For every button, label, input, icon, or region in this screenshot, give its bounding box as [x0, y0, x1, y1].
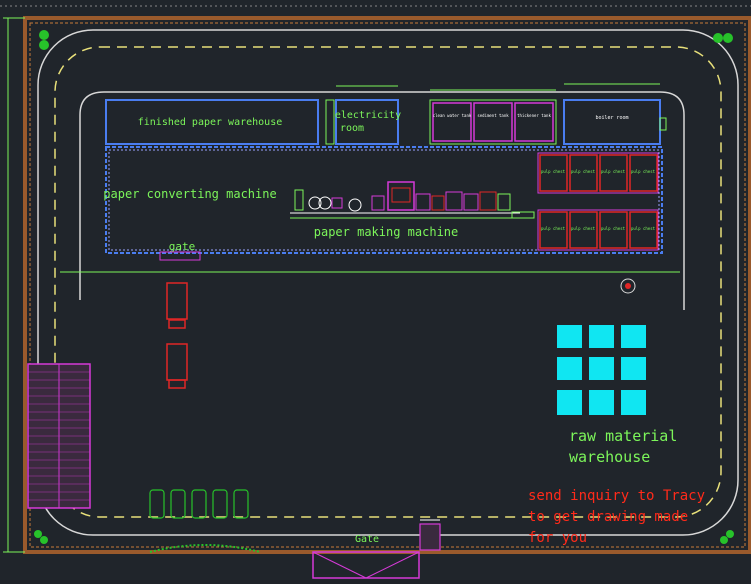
pulp-chest-label: pulp chest — [601, 226, 626, 231]
tank-1-label: clean water tank — [433, 113, 472, 118]
inquiry-text-3: for you — [528, 530, 587, 546]
gate-bottom-label: Gate — [355, 534, 379, 545]
outer-wall — [23, 16, 751, 554]
pulp-chest-label: pulp chest — [541, 226, 566, 231]
tank-2-label: sediment tank — [477, 113, 509, 118]
pulp-chest-label: pulp chest — [631, 226, 656, 231]
tank-3-label: thickener tank — [517, 113, 551, 118]
tree-icon — [34, 530, 48, 544]
pulp-chest-label: pulp chest — [631, 169, 656, 174]
electricity-room-label: electricity — [335, 110, 401, 121]
layout-canvas: finished paper warehouse electricity roo… — [0, 5, 751, 579]
finished-warehouse-label: finished paper warehouse — [138, 117, 283, 128]
factory-layout-drawing: finished paper warehouse electricity roo… — [0, 0, 751, 580]
outer-wall-inner — [29, 22, 746, 548]
truck-icon — [166, 343, 188, 389]
pulp-chest-label: pulp chest — [571, 226, 596, 231]
pulp-chest-label: pulp chest — [541, 169, 566, 174]
electricity-room — [335, 99, 399, 145]
tank-sediment — [473, 102, 513, 142]
small-annex — [325, 99, 335, 145]
tree-icon — [720, 530, 734, 544]
tree-symbol-icon — [620, 278, 636, 294]
tank-area — [429, 99, 557, 145]
inquiry-text-1: send inquiry to Tracy — [528, 488, 705, 504]
truck-icon — [166, 282, 188, 329]
tank-clean-water — [432, 102, 472, 142]
pulp-chest-label: pulp chest — [601, 169, 626, 174]
electricity-room-label-2: room — [340, 123, 364, 134]
tree-icon — [713, 33, 733, 43]
boiler-room-label: boiler room — [595, 115, 628, 121]
pulp-chests-bottom: pulp chest pulp chest pulp chest pulp ch… — [537, 209, 659, 251]
gate-bottom — [312, 551, 420, 579]
pulp-chest-label: pulp chest — [571, 169, 596, 174]
pulp-chests-top: pulp chest pulp chest pulp chest pulp ch… — [537, 152, 659, 194]
raw-material-label-2: warehouse — [569, 448, 650, 466]
paper-making-label: paper making machine — [314, 225, 459, 239]
paper-converting-label: paper converting machine — [103, 187, 276, 201]
guard-house — [419, 523, 441, 551]
tree-icon — [39, 30, 49, 50]
inquiry-text-2: to get drawing made — [528, 509, 688, 525]
raw-material-label: raw material — [569, 427, 677, 445]
tank-thickener — [514, 102, 554, 142]
boiler-room — [563, 99, 661, 145]
gate-top-label: gate — [169, 240, 196, 253]
paper-machine-schematic — [290, 181, 535, 219]
parking-cars — [149, 489, 249, 519]
raw-material-piles — [557, 325, 646, 415]
